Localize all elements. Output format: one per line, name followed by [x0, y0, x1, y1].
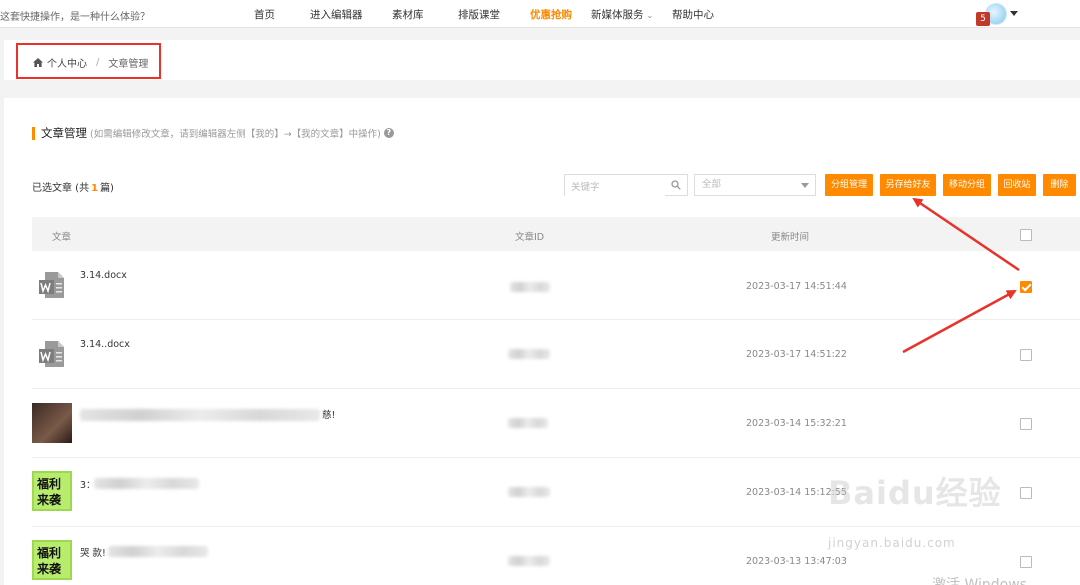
- watermark-url: jingyan.baidu.com: [828, 536, 956, 550]
- windows-activation-watermark: 激活 Windows: [932, 577, 1027, 585]
- watermark-brand: Baidu经验: [828, 474, 1002, 512]
